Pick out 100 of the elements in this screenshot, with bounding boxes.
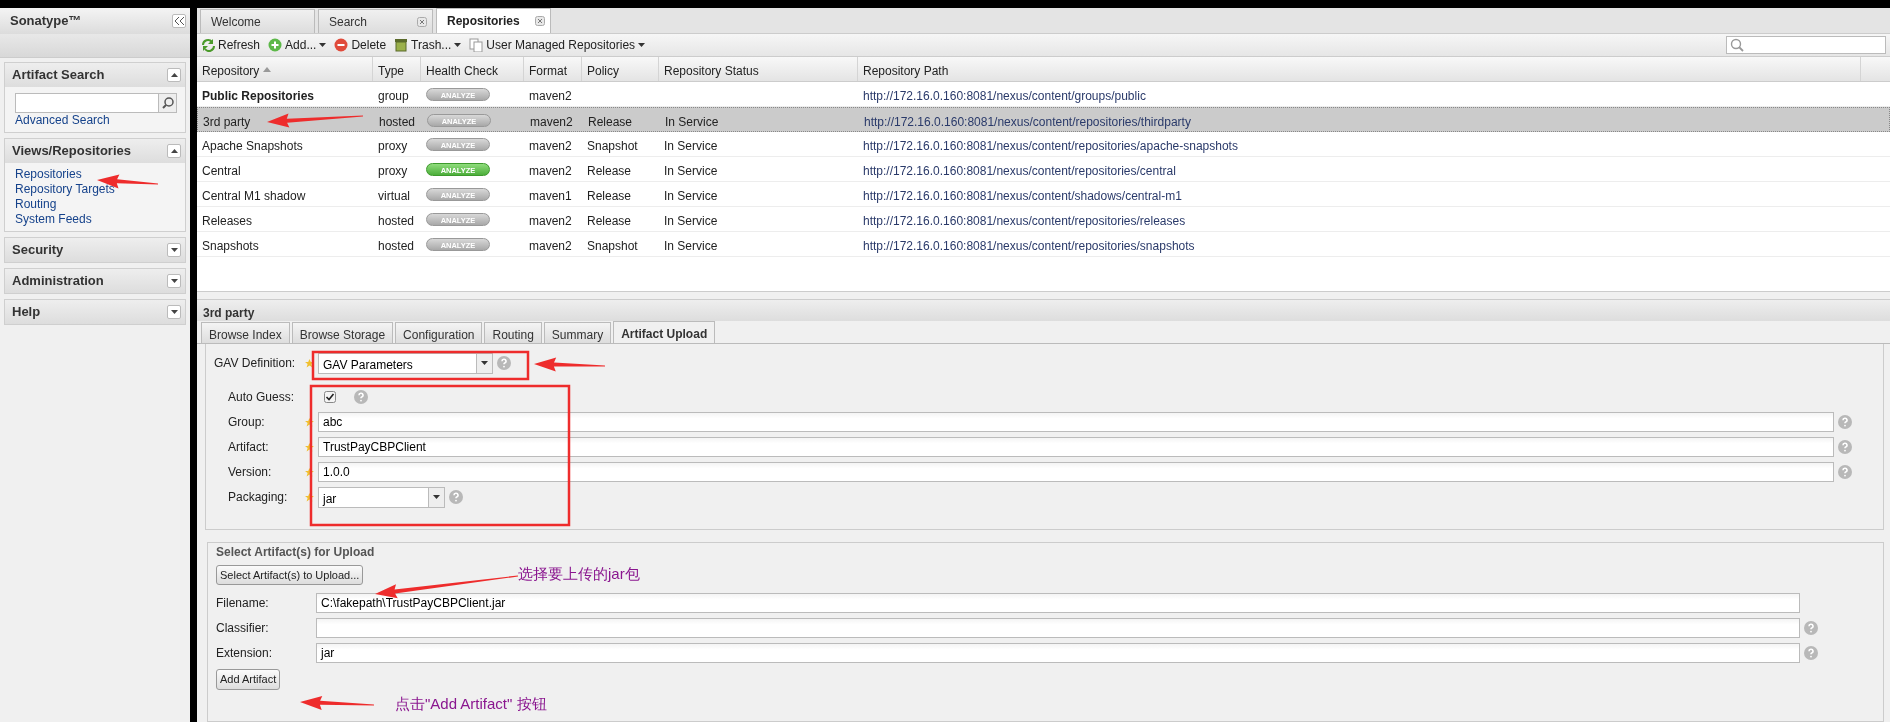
field-label: GAV Definition: — [214, 355, 297, 373]
column-header-cell[interactable]: Repository Status — [659, 56, 858, 81]
tab[interactable]: Browse Index — [201, 321, 290, 343]
search-field[interactable] — [1726, 35, 1886, 54]
caret-icon — [454, 42, 462, 47]
field-label: Classifier: — [216, 619, 270, 637]
field-label: Packaging: — [228, 489, 289, 507]
table-cell: Release — [588, 114, 633, 129]
tab[interactable]: Repositories — [436, 8, 551, 33]
panel-title[interactable]: Help — [12, 302, 41, 322]
toolbar-button[interactable]: Delete — [334, 35, 387, 54]
column-header-cell[interactable]: Health Check — [421, 56, 524, 81]
close-icon[interactable] — [417, 16, 427, 27]
sidebar-link[interactable]: System Feeds — [15, 212, 177, 227]
tab[interactable]: Configuration — [395, 321, 483, 343]
column-header: Repository Path — [863, 62, 949, 80]
required-star-icon — [304, 467, 314, 477]
toolbar-button[interactable]: Trash... — [394, 35, 462, 54]
tab[interactable]: Artifact Upload — [613, 320, 716, 343]
help-icon[interactable] — [449, 490, 463, 505]
dropdown-icon — [481, 361, 488, 366]
column-header-cell[interactable]: Repository — [197, 56, 373, 81]
annotation-text: 选择要上传的jar包 — [518, 564, 640, 584]
help-icon[interactable] — [354, 390, 368, 405]
column-header: Format — [529, 62, 567, 80]
table-cell: In Service — [664, 213, 718, 228]
help-icon[interactable] — [1804, 620, 1818, 635]
close-icon[interactable] — [535, 16, 545, 26]
add-artifact-button[interactable]: Add Artifact — [216, 669, 281, 690]
column-header-cell[interactable]: Format — [524, 56, 582, 81]
sidebar-link[interactable]: Repositories — [15, 167, 177, 182]
table-cell: Central M1 shadow — [202, 188, 306, 203]
required-star-icon — [304, 492, 314, 502]
sidebar-link[interactable]: Routing — [15, 197, 177, 212]
table-cell: hosted — [378, 238, 415, 253]
table-cell: hosted — [378, 213, 415, 228]
tab[interactable]: Welcome — [200, 9, 315, 33]
table-cell: Snapshot — [587, 138, 638, 153]
input-field[interactable]: 1.0.0 — [318, 462, 1834, 483]
checkbox[interactable] — [324, 391, 336, 404]
column-header: Type — [378, 62, 404, 80]
column-header-cell[interactable]: Repository Path — [858, 56, 1861, 81]
panel-title: 3rd party — [197, 298, 1890, 321]
column-header-cell[interactable]: Type — [373, 56, 421, 81]
help-icon[interactable] — [497, 356, 511, 371]
delete-icon — [334, 37, 349, 52]
input-field[interactable]: C:\fakepath\TrustPayCBPClient.jar — [316, 592, 1800, 613]
search-field[interactable] — [15, 93, 177, 113]
search-icon[interactable] — [161, 97, 174, 109]
toggle-button[interactable] — [167, 305, 181, 319]
tab[interactable]: Browse Storage — [291, 321, 394, 343]
help-icon[interactable] — [1838, 415, 1852, 430]
toggle-button[interactable] — [167, 68, 181, 82]
select-files-button[interactable]: Select Artifact(s) to Upload... — [216, 564, 364, 586]
input-field[interactable] — [316, 617, 1800, 638]
trash-icon — [394, 37, 409, 52]
table-cell: In Service — [664, 238, 718, 253]
pages-icon — [469, 37, 484, 52]
toggle-button[interactable] — [167, 274, 181, 288]
column-header: Repository Status — [664, 62, 759, 80]
input-field[interactable]: jar — [316, 642, 1800, 663]
collapse-icon — [170, 73, 178, 77]
input-field[interactable]: TrustPayCBPClient — [318, 437, 1834, 458]
table-cell: Public Repositories — [202, 88, 315, 103]
table-cell: proxy — [378, 138, 408, 153]
help-icon[interactable] — [1804, 645, 1818, 660]
toggle-button[interactable] — [167, 144, 181, 158]
table-cell: group — [378, 88, 409, 103]
table-cell: maven1 — [529, 188, 572, 203]
sidebar-link[interactable]: Advanced Search — [15, 113, 177, 128]
table-cell: In Service — [664, 163, 718, 178]
toggle-button[interactable] — [167, 243, 181, 257]
toolbar-button[interactable]: Refresh — [201, 35, 261, 54]
dropdown-icon — [433, 495, 440, 500]
tab[interactable]: Routing — [484, 321, 542, 343]
table-cell: In Service — [665, 114, 719, 129]
table-cell: Snapshots — [202, 238, 259, 253]
sidebar-title: Sonatype™ — [10, 12, 82, 31]
table-cell: proxy — [378, 163, 408, 178]
field-label: Artifact: — [228, 439, 270, 457]
caret-icon — [638, 42, 646, 47]
table-cell: http://172.16.0.160:8081/nexus/content/repositories/releases — [863, 213, 1186, 228]
toolbar-button[interactable]: Add... — [268, 35, 327, 54]
table-cell: maven2 — [529, 138, 572, 153]
field-label: Group: — [228, 414, 266, 432]
arrow — [534, 357, 605, 372]
collapse-button[interactable] — [172, 14, 186, 28]
table-cell: virtual — [378, 188, 410, 203]
tab[interactable]: Summary — [543, 321, 612, 343]
tab[interactable]: Search — [318, 9, 433, 33]
sidebar-link[interactable]: Repository Targets — [15, 182, 177, 197]
help-icon[interactable] — [1838, 440, 1852, 455]
select-field[interactable]: GAV Parameters — [318, 352, 493, 374]
select-field[interactable]: jar — [318, 486, 445, 508]
table-cell: http://172.16.0.160:8081/nexus/content/shadows/central-m1 — [863, 188, 1182, 203]
input-field[interactable]: abc — [318, 412, 1834, 433]
toolbar-button[interactable]: User Managed Repositories — [469, 35, 646, 54]
help-icon[interactable] — [1838, 465, 1852, 480]
table-cell: In Service — [664, 188, 718, 203]
column-header-cell[interactable]: Policy — [582, 56, 659, 81]
